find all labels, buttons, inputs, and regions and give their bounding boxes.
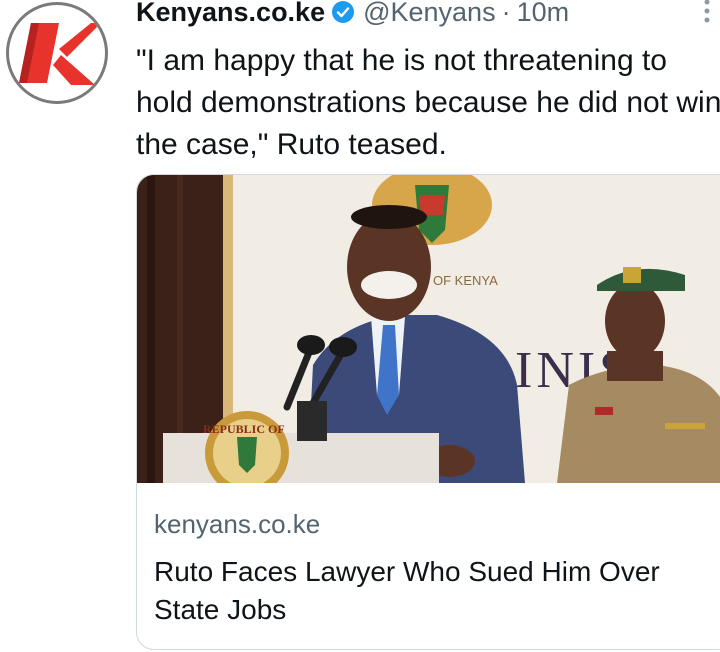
seal-text: REPUBLIC OF (203, 422, 285, 436)
author-avatar[interactable] (6, 2, 108, 104)
tweet-timestamp[interactable]: 10m (517, 0, 570, 28)
separator-dot: · (501, 0, 511, 27)
article-thumbnail-image: OF KENYA INIST REPUBLIC OF (137, 175, 720, 483)
link-preview-card[interactable]: OF KENYA INIST REPUBLIC OF kenyans.co.ke… (136, 174, 720, 650)
author-handle[interactable]: @Kenyans (363, 0, 495, 28)
tweet-header: Kenyans.co.ke @Kenyans · 10m (136, 0, 569, 32)
tweet-text: "I am happy that he is not threatening t… (136, 44, 720, 161)
verified-badge-icon (332, 1, 355, 23)
kenyans-logo-icon (19, 23, 101, 85)
emblem-caption-text: OF KENYA (433, 273, 498, 288)
card-domain: kenyans.co.ke (154, 509, 321, 539)
author-name[interactable]: Kenyans.co.ke (136, 0, 325, 28)
card-title[interactable]: Ruto Faces Lawyer Who Sued Him Over Stat… (154, 553, 714, 629)
more-options-icon[interactable] (700, 0, 714, 26)
